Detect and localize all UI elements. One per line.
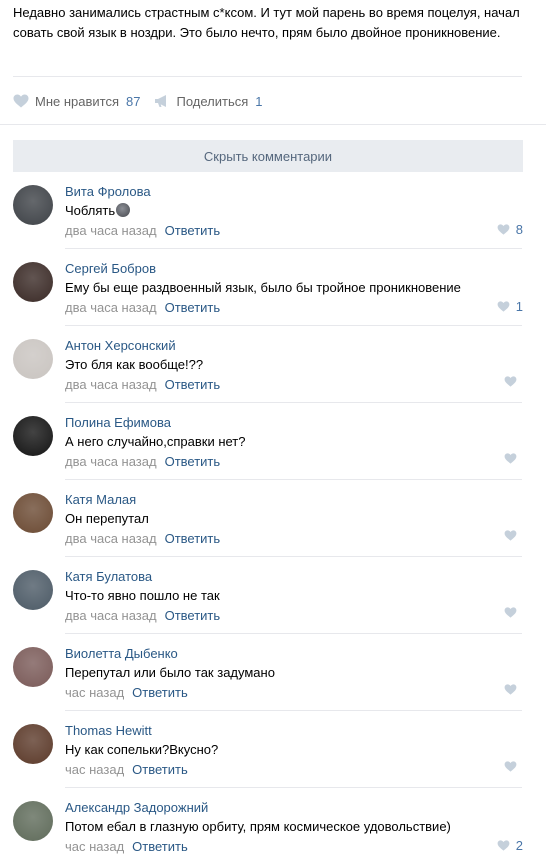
megaphone-icon	[154, 94, 170, 108]
reply-button[interactable]: Ответить	[165, 531, 221, 546]
share-count: 1	[255, 93, 263, 109]
avatar[interactable]	[13, 339, 53, 379]
comment-time[interactable]: два часа назад	[65, 531, 157, 546]
comment-time[interactable]: два часа назад	[65, 377, 157, 392]
comment-like-button[interactable]: 2	[497, 838, 523, 853]
like-button[interactable]: Мне нравится 87	[13, 94, 140, 109]
post-actions: Мне нравится 87 Поделиться 1	[13, 91, 277, 111]
heart-icon	[504, 684, 517, 695]
comment-meta: два часа назад Ответить	[65, 377, 220, 392]
comment-time[interactable]: час назад	[65, 762, 124, 777]
comment-author[interactable]: Александр Задорожний	[65, 800, 208, 815]
reply-button[interactable]: Ответить	[165, 454, 221, 469]
comment: Антон Херсонский Это бля как вообще!?? два…	[0, 326, 546, 403]
comment-author[interactable]: Виолетта Дыбенко	[65, 646, 178, 661]
comment-time[interactable]: два часа назад	[65, 454, 157, 469]
comment-like-button[interactable]	[504, 453, 523, 464]
comment-time[interactable]: два часа назад	[65, 223, 157, 238]
avatar[interactable]	[13, 647, 53, 687]
like-count: 87	[126, 93, 141, 109]
comments-list: Вита Фролова Чоблять два часа назад Ответит…	[0, 172, 546, 865]
heart-icon	[497, 840, 510, 851]
comment-like-button[interactable]	[504, 530, 523, 541]
comment-text: Потом ебал в глазную орбиту, прям космич…	[65, 819, 451, 834]
comment-meta: час назад Ответить	[65, 839, 188, 854]
comment: Виолетта Дыбенко Перепутал или было так з…	[0, 634, 546, 711]
comment-like-button[interactable]	[504, 684, 523, 695]
avatar[interactable]	[13, 185, 53, 225]
comment-meta: два часа назад Ответить	[65, 608, 220, 623]
comment-time[interactable]: два часа назад	[65, 300, 157, 315]
comment-time[interactable]: два часа назад	[65, 608, 157, 623]
comment-author[interactable]: Сергей Бобров	[65, 261, 156, 276]
heart-icon	[504, 761, 517, 772]
comment-meta: час назад Ответить	[65, 762, 188, 777]
comment-meta: два часа назад Ответить	[65, 531, 220, 546]
avatar[interactable]	[13, 801, 53, 841]
heart-icon	[504, 530, 517, 541]
comment-meta: два часа назад Ответить	[65, 454, 220, 469]
comment-time[interactable]: час назад	[65, 685, 124, 700]
comment: Катя Малая Он перепутал два часа назад Отве…	[0, 480, 546, 557]
avatar[interactable]	[13, 262, 53, 302]
post-text: Недавно занимались страстным с*ксом. И т…	[13, 5, 520, 40]
comment-text: Это бля как вообще!??	[65, 357, 204, 372]
comment-meta: два часа назад Ответить	[65, 300, 220, 315]
comment-like-button[interactable]	[504, 376, 523, 387]
reply-button[interactable]: Ответить	[132, 762, 188, 777]
heart-icon	[504, 453, 517, 464]
reply-button[interactable]: Ответить	[132, 685, 188, 700]
comment-like-button[interactable]	[504, 761, 523, 772]
heart-icon	[497, 301, 510, 312]
comment-text: Ему бы еще раздвоенный язык, было бы тро…	[65, 280, 461, 295]
comment-meta: час назад Ответить	[65, 685, 188, 700]
comment: Вита Фролова Чоблять два часа назад Ответит…	[0, 172, 546, 249]
comment-text: Что-то явно пошло не так	[65, 588, 220, 603]
reply-button[interactable]: Ответить	[165, 300, 221, 315]
comment-time[interactable]: час назад	[65, 839, 124, 854]
reply-button[interactable]: Ответить	[165, 377, 221, 392]
comment-like-button[interactable]: 1	[497, 299, 523, 314]
comment-author[interactable]: Thomas Hewitt	[65, 723, 152, 738]
avatar[interactable]	[13, 724, 53, 764]
comment-text: Ну как сопельки?Вкусно?	[65, 742, 219, 757]
heart-icon	[13, 94, 29, 108]
emoji-icon	[116, 203, 131, 217]
comment-text: Перепутал или было так задумано	[65, 665, 275, 680]
comment-like-button[interactable]	[504, 607, 523, 618]
reply-button[interactable]: Ответить	[132, 839, 188, 854]
comment: Сергей Бобров Ему бы еще раздвоенный язык…	[0, 249, 546, 326]
comment: Полина Ефимова А него случайно,справки не…	[0, 403, 546, 480]
comment-author[interactable]: Полина Ефимова	[65, 415, 171, 430]
share-label: Поделиться	[176, 93, 249, 109]
heart-icon	[497, 224, 510, 235]
comment-meta: два часа назад Ответить	[65, 223, 220, 238]
reply-button[interactable]: Ответить	[165, 223, 221, 238]
comment: Thomas Hewitt Ну как сопельки?Вкусно? час …	[0, 711, 546, 788]
comment-like-count: 1	[515, 299, 523, 314]
comment: Александр Задорожний Потом ебал в глазную…	[0, 788, 546, 865]
comment-text: Он перепутал	[65, 511, 149, 526]
avatar[interactable]	[13, 493, 53, 533]
divider	[13, 76, 522, 77]
hide-comments-button[interactable]: Скрыть комментарии	[13, 140, 523, 172]
divider	[0, 124, 546, 125]
avatar[interactable]	[13, 416, 53, 456]
heart-icon	[504, 607, 517, 618]
share-button[interactable]: Поделиться 1	[154, 93, 263, 109]
comment-like-count: 2	[515, 838, 523, 853]
avatar[interactable]	[13, 570, 53, 610]
comment-like-button[interactable]: 8	[497, 222, 523, 237]
comment-text: Чоблять	[65, 203, 131, 218]
reply-button[interactable]: Ответить	[165, 608, 221, 623]
comment-author[interactable]: Вита Фролова	[65, 184, 151, 199]
comment-text: А него случайно,справки нет?	[65, 434, 246, 449]
comment-author[interactable]: Катя Булатова	[65, 569, 152, 584]
like-label: Мне нравится	[35, 93, 120, 109]
comment-author[interactable]: Антон Херсонский	[65, 338, 176, 353]
comment: Катя Булатова Что-то явно пошло не так два…	[0, 557, 546, 634]
heart-icon	[504, 376, 517, 387]
comment-like-count: 8	[515, 222, 523, 237]
comment-author[interactable]: Катя Малая	[65, 492, 136, 507]
